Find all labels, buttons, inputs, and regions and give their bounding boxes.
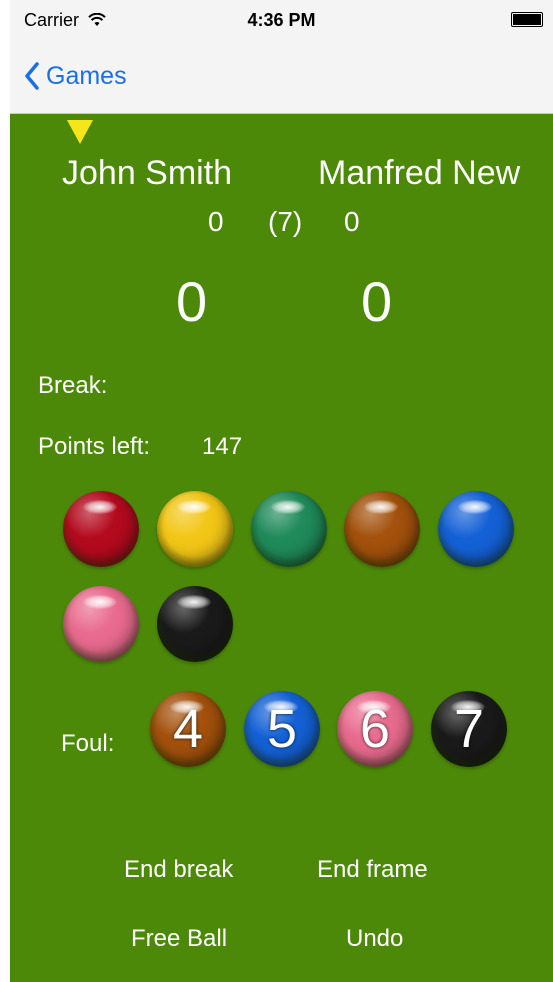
foul-7-value: 7 (453, 699, 485, 759)
points-left-label: Points left: (38, 433, 151, 460)
undo-button[interactable]: Undo (346, 925, 403, 953)
scoreboard: John Smith Manfred New 0 (7) 0 0 0 Break… (10, 114, 553, 982)
chevron-left-icon (25, 62, 39, 90)
green-ball-button[interactable] (251, 491, 327, 567)
player2-name: Manfred New (318, 154, 521, 192)
player1-frames: 0 (208, 206, 224, 237)
blue-ball-button[interactable] (438, 491, 514, 567)
player1-name: John Smith (62, 154, 233, 192)
player2-score: 0 (361, 270, 393, 333)
free-ball-button[interactable]: Free Ball (131, 925, 227, 953)
end-frame-button[interactable]: End frame (317, 856, 428, 884)
foul-label: Foul: (61, 730, 115, 757)
navigation-bar: Games (10, 40, 553, 114)
pink-ball-button[interactable] (63, 586, 139, 662)
foul-7-button[interactable]: 7 (431, 691, 507, 767)
battery-icon (511, 12, 543, 27)
foul-5-button[interactable]: 5 (244, 691, 320, 767)
player1-score: 0 (176, 270, 208, 333)
break-label: Break: (38, 372, 108, 399)
foul-6-button[interactable]: 6 (337, 691, 413, 767)
yellow-ball-button[interactable] (157, 491, 233, 567)
black-ball-button[interactable] (157, 586, 233, 662)
back-label: Games (46, 61, 127, 90)
foul-5-value: 5 (266, 699, 298, 759)
foul-4-value: 4 (172, 699, 204, 759)
points-left-value: 147 (202, 433, 243, 460)
end-break-button[interactable]: End break (124, 856, 233, 884)
triangle-down-icon (67, 120, 93, 144)
foul-6-value: 6 (359, 699, 391, 759)
brown-ball-button[interactable] (344, 491, 420, 567)
player2-frames: 0 (344, 206, 360, 237)
status-time: 4:36 PM (247, 10, 316, 30)
status-bar: Carrier 4:36 PM (10, 0, 553, 40)
red-ball-button[interactable] (63, 491, 139, 567)
frames-total: (7) (268, 206, 303, 237)
back-button[interactable]: Games (24, 58, 127, 94)
foul-4-button[interactable]: 4 (150, 691, 226, 767)
